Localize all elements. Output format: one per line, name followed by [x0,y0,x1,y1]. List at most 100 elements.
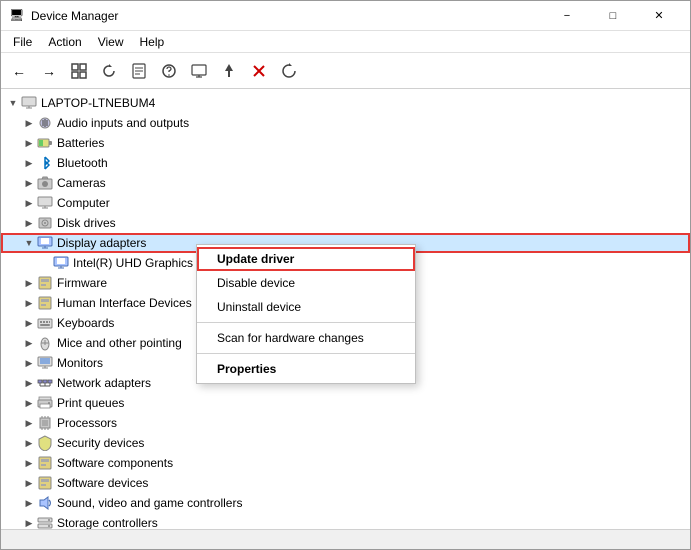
context-menu-disable-device[interactable]: Disable device [197,271,415,295]
sound-expand-icon[interactable]: ▶ [21,495,37,511]
softwaredev-label: Software devices [57,476,148,490]
list-item[interactable]: ▶ Security devices [1,433,690,453]
processors-expand-icon[interactable]: ▶ [21,415,37,431]
context-menu: Update driver Disable device Uninstall d… [196,244,416,384]
display-expand-icon[interactable]: ▼ [21,235,37,251]
list-item[interactable]: ▶ Print queues [1,393,690,413]
firmware-expand-icon[interactable]: ▶ [21,275,37,291]
bluetooth-icon [37,155,53,171]
printqueues-label: Print queues [57,396,124,410]
minimize-button[interactable]: − [544,1,590,31]
list-item[interactable]: ▶ Bluetooth [1,153,690,173]
context-menu-uninstall-device[interactable]: Uninstall device [197,295,415,319]
list-item[interactable]: ▶ Sound, video and game controllers [1,493,690,513]
sound-icon [37,495,53,511]
refresh-button[interactable] [95,57,123,85]
firmware-icon [37,275,53,291]
list-item[interactable]: ▶ Batteries [1,133,690,153]
diskdrives-expand-icon[interactable]: ▶ [21,215,37,231]
menu-help[interactable]: Help [132,33,173,51]
intel-icon [53,255,69,271]
softwarecomp-expand-icon[interactable]: ▶ [21,455,37,471]
batteries-label: Batteries [57,136,104,150]
cameras-icon [37,175,53,191]
update-driver-toolbar-button[interactable] [215,57,243,85]
back-button[interactable]: ← [5,57,33,85]
audio-expand-icon[interactable]: ▶ [21,115,37,131]
help-button[interactable] [155,57,183,85]
list-item[interactable]: ▶ Audio inputs and outputs [1,113,690,133]
processors-label: Processors [57,416,117,430]
security-label: Security devices [57,436,144,450]
mice-label: Mice and other pointing [57,336,182,350]
audio-label: Audio inputs and outputs [57,116,189,130]
maximize-button[interactable]: □ [590,1,636,31]
hid-expand-icon[interactable]: ▶ [21,295,37,311]
uninstall-button[interactable] [245,57,273,85]
softwarecomp-label: Software components [57,456,173,470]
list-item[interactable]: ▶ Disk drives [1,213,690,233]
computer-icon [21,95,37,111]
print-expand-icon[interactable]: ▶ [21,395,37,411]
list-item[interactable]: ▶ Cameras [1,173,690,193]
batteries-expand-icon[interactable]: ▶ [21,135,37,151]
computer-button[interactable] [185,57,213,85]
list-item[interactable]: ▶ Computer [1,193,690,213]
computer-expand-icon[interactable]: ▶ [21,195,37,211]
storage-expand-icon[interactable]: ▶ [21,515,37,529]
battery-icon [37,135,53,151]
diskdrives-label: Disk drives [57,216,116,230]
softwaredev-expand-icon[interactable]: ▶ [21,475,37,491]
tree-root[interactable]: ▼ LAPTOP-LTNEBUM4 [1,93,690,113]
security-expand-icon[interactable]: ▶ [21,435,37,451]
mouse-icon [37,335,53,351]
title-bar: 🖥 Device Manager − □ ✕ [1,1,690,31]
mice-expand-icon[interactable]: ▶ [21,335,37,351]
security-icon [37,435,53,451]
context-menu-separator-2 [197,353,415,354]
list-item[interactable]: ▶ Processors [1,413,690,433]
list-item[interactable]: ▶ Software components [1,453,690,473]
content-area: ▼ LAPTOP-LTNEBUM4 ▶ Audio inputs and out… [1,89,690,529]
storage-label: Storage controllers [57,516,158,529]
context-menu-separator-1 [197,322,415,323]
display-adapters-label: Display adapters [57,236,146,250]
context-menu-update-driver[interactable]: Update driver [197,247,415,271]
context-menu-scan-hardware[interactable]: Scan for hardware changes [197,326,415,350]
scan-button[interactable] [275,57,303,85]
monitor-icon [37,355,53,371]
intel-label: Intel(R) UHD Graphics [73,256,193,270]
hid-icon [37,295,53,311]
show-hide-button[interactable] [65,57,93,85]
network-icon [37,375,53,391]
sound-label: Sound, video and game controllers [57,496,242,510]
software-components-icon [37,455,53,471]
root-expand-icon[interactable]: ▼ [5,95,21,111]
firmware-label: Firmware [57,276,107,290]
menu-file[interactable]: File [5,33,40,51]
monitors-expand-icon[interactable]: ▶ [21,355,37,371]
context-menu-properties[interactable]: Properties [197,357,415,381]
window-controls: − □ ✕ [544,1,682,31]
close-button[interactable]: ✕ [636,1,682,31]
properties-button[interactable] [125,57,153,85]
display-icon [37,235,53,251]
network-expand-icon[interactable]: ▶ [21,375,37,391]
bluetooth-label: Bluetooth [57,156,108,170]
menu-action[interactable]: Action [40,33,89,51]
hid-label: Human Interface Devices [57,296,192,310]
network-label: Network adapters [57,376,151,390]
list-item[interactable]: ▶ Software devices [1,473,690,493]
keyboards-expand-icon[interactable]: ▶ [21,315,37,331]
bluetooth-expand-icon[interactable]: ▶ [21,155,37,171]
cameras-expand-icon[interactable]: ▶ [21,175,37,191]
toolbar: ← → [1,53,690,89]
list-item[interactable]: ▶ Storage controllers [1,513,690,529]
software-devices-icon [37,475,53,491]
menu-view[interactable]: View [90,33,132,51]
device-manager-window: 🖥 Device Manager − □ ✕ File Action View … [0,0,691,550]
forward-button[interactable]: → [35,57,63,85]
root-label: LAPTOP-LTNEBUM4 [41,96,155,110]
storage-icon [37,515,53,529]
keyboard-icon [37,315,53,331]
